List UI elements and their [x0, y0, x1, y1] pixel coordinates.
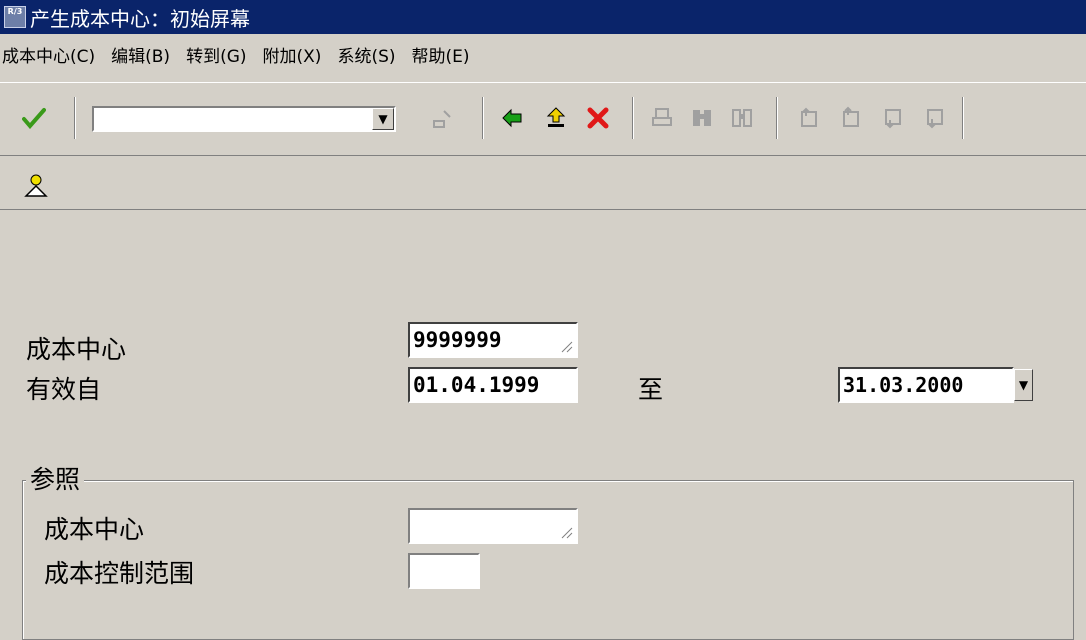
cost-center-input[interactable]: 9999999 — [408, 322, 578, 358]
person-icon[interactable] — [22, 172, 50, 200]
toolbar-separator — [74, 97, 76, 139]
find-icon — [688, 103, 716, 133]
menu-goto[interactable]: 转到(G) — [182, 42, 258, 67]
valid-to-input[interactable]: 31.03.2000 — [838, 367, 1014, 403]
command-field-dropdown-icon[interactable]: ▼ — [372, 108, 394, 130]
toolbar-separator — [962, 97, 964, 139]
sap-app-icon[interactable]: R/3 — [4, 6, 26, 28]
cancel-icon[interactable] — [584, 103, 612, 133]
print-icon — [648, 103, 676, 133]
menu-help[interactable]: 帮助(E) — [408, 42, 482, 67]
menu-system[interactable]: 系统(S) — [333, 42, 407, 67]
reference-cost-center-input[interactable] — [408, 508, 578, 544]
back-icon[interactable] — [498, 103, 526, 133]
last-page-icon — [920, 103, 948, 133]
toolbar-separator — [776, 97, 778, 139]
controlling-area-label: 成本控制范围 — [44, 559, 195, 588]
previous-page-icon — [836, 103, 864, 133]
save-icon — [428, 103, 456, 133]
menu-bar: 成本中心(C) 编辑(B) 转到(G) 附加(X) 系统(S) 帮助(E) — [0, 34, 1086, 74]
menu-edit[interactable]: 编辑(B) — [107, 42, 182, 67]
standard-toolbar: ▼ — [0, 82, 1086, 156]
valid-to-value: 31.03.2000 — [843, 373, 964, 397]
field-resize-icon — [561, 527, 573, 539]
valid-from-input[interactable]: 01.04.1999 — [408, 367, 578, 403]
valid-from-label: 有效自 — [26, 375, 102, 404]
reference-group-title: 参照 — [26, 460, 85, 496]
title-bar: R/3 产生成本中心：初始屏幕 — [0, 0, 1086, 34]
find-next-icon — [728, 103, 756, 133]
application-toolbar — [0, 162, 1086, 210]
enter-check-icon[interactable] — [20, 103, 48, 133]
controlling-area-input[interactable] — [408, 553, 480, 589]
cost-center-label: 成本中心 — [26, 335, 127, 364]
reference-cost-center-label: 成本中心 — [44, 515, 145, 544]
valid-from-value: 01.04.1999 — [413, 373, 540, 397]
cost-center-value: 9999999 — [413, 328, 502, 352]
command-field[interactable]: ▼ — [92, 106, 396, 132]
toolbar-separator — [482, 97, 484, 139]
field-resize-icon — [561, 341, 573, 353]
menu-cost-center[interactable]: 成本中心(C) — [0, 42, 107, 67]
window-title: 产生成本中心：初始屏幕 — [30, 6, 250, 31]
to-label: 至 — [638, 375, 664, 404]
possible-entries-icon[interactable]: ▼ — [1014, 369, 1033, 401]
next-page-icon — [878, 103, 906, 133]
menu-extras[interactable]: 附加(X) — [259, 42, 334, 67]
first-page-icon — [794, 103, 822, 133]
toolbar-separator — [632, 97, 634, 139]
exit-icon[interactable] — [542, 103, 570, 133]
